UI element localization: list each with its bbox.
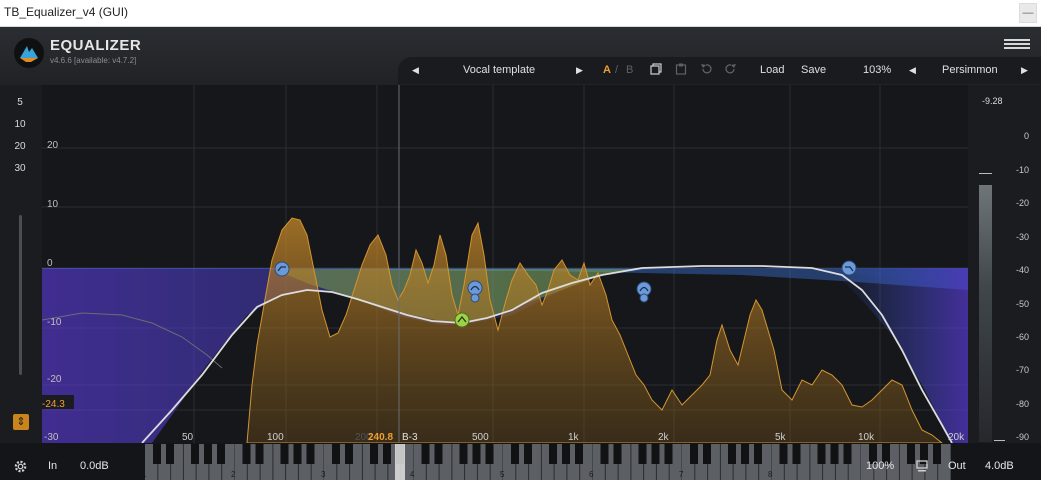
db-label-minus20: -20 — [47, 374, 62, 385]
input-label: In — [48, 460, 58, 472]
save-button[interactable]: Save — [801, 64, 826, 76]
cursor-frequency: 240.8 — [368, 432, 393, 443]
db-label-10: 10 — [47, 199, 59, 210]
band-node-mid-2[interactable] — [636, 281, 652, 303]
output-label: Out — [948, 460, 966, 472]
octave-3: 3 — [321, 470, 326, 479]
output-gain-slider[interactable] — [19, 215, 22, 375]
ab-a-button[interactable]: A — [603, 64, 611, 76]
bottom-bar: In 0.0dB 1 2 3 4 — [0, 443, 1041, 480]
range-option-30[interactable]: 30 — [10, 163, 30, 174]
preset-toolbar: ◀ Vocal template ▶ A / B Load Save 103% … — [398, 57, 1041, 84]
window-close-button[interactable]: — — [1019, 3, 1037, 23]
octave-2: 2 — [231, 470, 236, 479]
copy-icon[interactable] — [650, 63, 662, 75]
meter-db-minus60: -60 — [1015, 332, 1029, 342]
window-titlebar: TB_Equalizer_v4 (GUI) — — [0, 0, 1041, 27]
band-node-bell[interactable] — [454, 312, 470, 328]
db-label-minus30: -30 — [44, 432, 59, 443]
input-gain-value[interactable]: 0.0dB — [80, 460, 109, 472]
meter-db-minus50: -50 — [1015, 299, 1029, 309]
meter-db-minus70: -70 — [1015, 365, 1029, 375]
eq-graph[interactable]: 20 10 0 -10 -20 -30 -24.3 50 100 200 500… — [42, 85, 968, 443]
piano-keyboard[interactable]: 1 2 3 4 5 6 7 8 — [145, 444, 951, 480]
output-meter-panel: -9.28 0 -10 -20 -30 -40 -50 -60 -70 -80 … — [968, 85, 1041, 443]
active-key — [395, 444, 405, 480]
meter-db-minus90: -90 — [1015, 432, 1029, 442]
octave-6: 6 — [589, 470, 594, 479]
freq-label-100: 100 — [267, 432, 284, 443]
peak-level: -9.28 — [982, 96, 1003, 106]
meter-db-0: 0 — [1023, 131, 1029, 141]
fit-gain-icon[interactable]: ⇕ — [13, 414, 29, 430]
redo-icon[interactable] — [725, 63, 737, 75]
spectrum-analyzer — [246, 217, 943, 443]
range-panel: 5 10 20 30 ⇕ — [0, 85, 42, 443]
monitor-icon[interactable] — [916, 460, 928, 472]
octave-8: 8 — [768, 470, 773, 479]
freq-label-10k: 10k — [858, 432, 875, 443]
meter-floor-line — [994, 440, 1005, 441]
output-gain-value[interactable]: 4.0dB — [985, 460, 1014, 472]
threshold-value[interactable]: -24.3 — [42, 399, 65, 410]
zoom-level[interactable]: 103% — [863, 64, 891, 76]
cursor-note: B-3 — [402, 432, 418, 443]
paste-icon[interactable] — [675, 63, 687, 75]
skin-prev-button[interactable]: ◀ — [909, 65, 916, 76]
freq-label-500: 500 — [472, 432, 489, 443]
preset-name[interactable]: Vocal template — [463, 64, 535, 76]
db-label-minus10: -10 — [47, 317, 62, 328]
meter-db-minus30: -30 — [1015, 232, 1029, 242]
skin-name[interactable]: Persimmon — [942, 64, 998, 76]
band-node-low-cut[interactable] — [274, 261, 290, 277]
db-label-20: 20 — [47, 140, 59, 151]
range-option-5[interactable]: 5 — [10, 97, 30, 108]
freq-label-1k: 1k — [568, 432, 580, 443]
meter-db-minus10: -10 — [1015, 165, 1029, 175]
logo-icon — [20, 46, 38, 62]
window-title: TB_Equalizer_v4 (GUI) — [4, 5, 129, 19]
preset-next-button[interactable]: ▶ — [576, 65, 583, 76]
brand-name: EQUALIZER — [50, 37, 142, 54]
octave-4: 4 — [410, 470, 415, 479]
range-option-10[interactable]: 10 — [10, 119, 30, 130]
range-option-20[interactable]: 20 — [10, 141, 30, 152]
undo-icon[interactable] — [700, 63, 712, 75]
mix-value[interactable]: 100% — [866, 460, 894, 472]
load-button[interactable]: Load — [760, 64, 784, 76]
output-level-meter — [979, 185, 992, 442]
meter-db-minus20: -20 — [1015, 198, 1029, 208]
hamburger-menu-icon[interactable] — [1004, 39, 1030, 49]
freq-label-20k: 20k — [948, 432, 965, 443]
ab-b-button[interactable]: B — [626, 64, 633, 76]
meter-db-minus80: -80 — [1015, 399, 1029, 409]
freq-label-5k: 5k — [775, 432, 787, 443]
eq-graph-canvas[interactable]: 20 10 0 -10 -20 -30 -24.3 50 100 200 500… — [42, 85, 968, 443]
ab-separator: / — [615, 64, 619, 76]
skin-next-button[interactable]: ▶ — [1021, 65, 1028, 76]
gear-icon[interactable] — [13, 459, 28, 474]
preset-prev-button[interactable]: ◀ — [412, 65, 419, 76]
octave-5: 5 — [500, 470, 505, 479]
db-label-0: 0 — [47, 258, 53, 269]
meter-db-minus40: -40 — [1015, 265, 1029, 275]
freq-label-50: 50 — [182, 432, 194, 443]
band-node-high-cut[interactable] — [841, 260, 857, 276]
equalizer-logo — [14, 38, 44, 68]
meter-peak-line — [979, 173, 992, 174]
version-info[interactable]: v4.6.6 [available: v4.7.2] — [50, 56, 136, 65]
octave-7: 7 — [679, 470, 684, 479]
freq-label-2k: 2k — [658, 432, 670, 443]
